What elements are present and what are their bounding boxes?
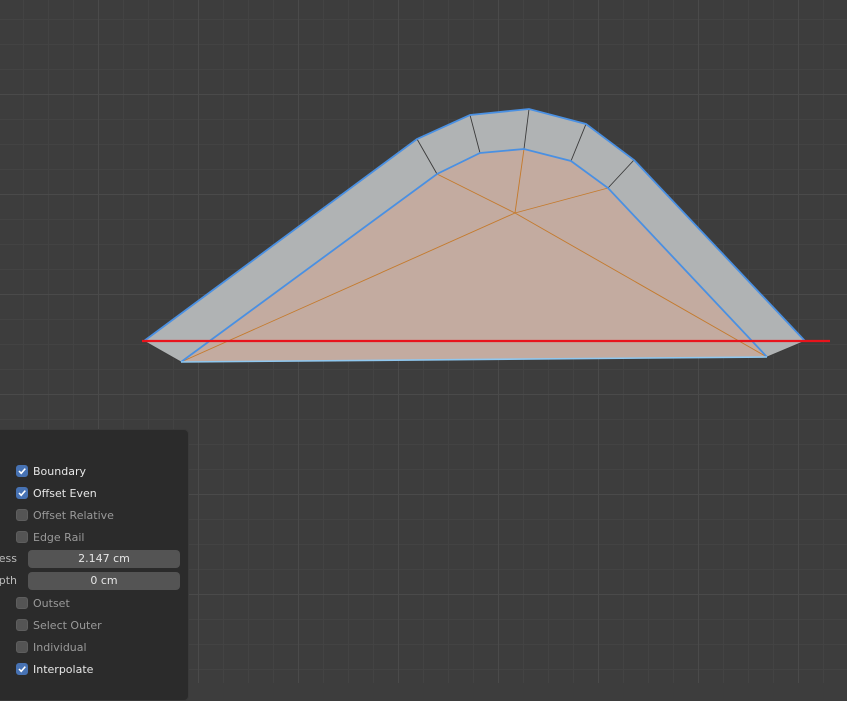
thickness-row: ess 2.147 cm: [0, 548, 188, 570]
offset-relative-checkbox[interactable]: [16, 509, 28, 521]
edge-rail-label: Edge Rail: [33, 530, 85, 544]
offset-even-checkbox[interactable]: [16, 487, 28, 499]
select-outer-label: Select Outer: [33, 618, 102, 632]
interpolate-option[interactable]: Interpolate: [1, 658, 93, 680]
inset-faces-operator-panel: Boundary Offset Even Offset Relative Edg…: [0, 429, 189, 701]
individual-label: Individual: [33, 640, 87, 654]
boundary-option[interactable]: Boundary: [1, 460, 86, 482]
edge-rail-option[interactable]: Edge Rail: [1, 526, 84, 548]
outset-checkbox[interactable]: [16, 597, 28, 609]
outset-option[interactable]: Outset: [1, 592, 70, 614]
interpolate-label: Interpolate: [33, 662, 94, 676]
select-outer-option[interactable]: Select Outer: [1, 614, 102, 636]
depth-field[interactable]: 0 cm: [28, 572, 180, 590]
depth-label: pth: [0, 574, 17, 587]
thickness-field[interactable]: 2.147 cm: [28, 550, 180, 568]
outset-label: Outset: [33, 596, 70, 610]
thickness-label: ess: [0, 552, 17, 565]
offset-even-option[interactable]: Offset Even: [1, 482, 97, 504]
boundary-label: Boundary: [33, 464, 86, 478]
edge-rail-checkbox[interactable]: [16, 531, 28, 543]
boundary-checkbox[interactable]: [16, 465, 28, 477]
offset-relative-option[interactable]: Offset Relative: [1, 504, 114, 526]
individual-checkbox[interactable]: [16, 641, 28, 653]
offset-even-label: Offset Even: [33, 486, 97, 500]
individual-option[interactable]: Individual: [1, 636, 87, 658]
select-outer-checkbox[interactable]: [16, 619, 28, 631]
offset-relative-label: Offset Relative: [33, 508, 114, 522]
depth-row: pth 0 cm: [0, 570, 188, 592]
interpolate-checkbox[interactable]: [16, 663, 28, 675]
